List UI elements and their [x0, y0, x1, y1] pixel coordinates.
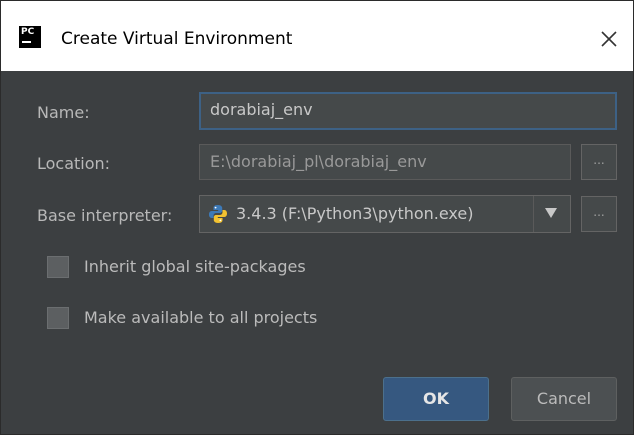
ok-button[interactable]: OK [383, 377, 489, 421]
create-venv-dialog: PC Create Virtual Environment Name: dora… [0, 0, 634, 435]
app-icon-text: PC [21, 27, 35, 37]
interpreter-select[interactable]: 3.4.3 (F:\Python3\python.exe) [199, 195, 571, 233]
title-bar: PC Create Virtual Environment [1, 1, 633, 71]
location-label: Location: [37, 154, 111, 173]
combo-divider [533, 196, 534, 232]
inherit-site-packages-checkbox[interactable]: Inherit global site-packages [47, 255, 367, 279]
make-available-label: Make available to all projects [84, 308, 318, 327]
checkbox-box[interactable] [47, 256, 69, 278]
pycharm-logo-icon: PC [19, 26, 41, 48]
python-icon [208, 204, 228, 224]
interpreter-browse-button[interactable]: ... [581, 196, 617, 232]
cancel-button[interactable]: Cancel [511, 377, 617, 421]
interpreter-value: 3.4.3 (F:\Python3\python.exe) [236, 204, 474, 223]
interpreter-label: Base interpreter: [37, 206, 173, 225]
chevron-down-icon[interactable] [545, 208, 557, 218]
close-icon[interactable] [597, 27, 621, 51]
name-input[interactable]: dorabiaj_env [199, 92, 617, 130]
inherit-site-packages-label: Inherit global site-packages [84, 257, 306, 276]
location-input[interactable]: E:\dorabiaj_pl\dorabiaj_env [199, 144, 571, 180]
location-browse-button[interactable]: ... [581, 144, 617, 180]
name-label: Name: [37, 103, 90, 122]
app-icon-bar [22, 41, 31, 43]
checkbox-box[interactable] [47, 307, 69, 329]
dialog-title: Create Virtual Environment [61, 29, 293, 49]
make-available-checkbox[interactable]: Make available to all projects [47, 306, 377, 330]
